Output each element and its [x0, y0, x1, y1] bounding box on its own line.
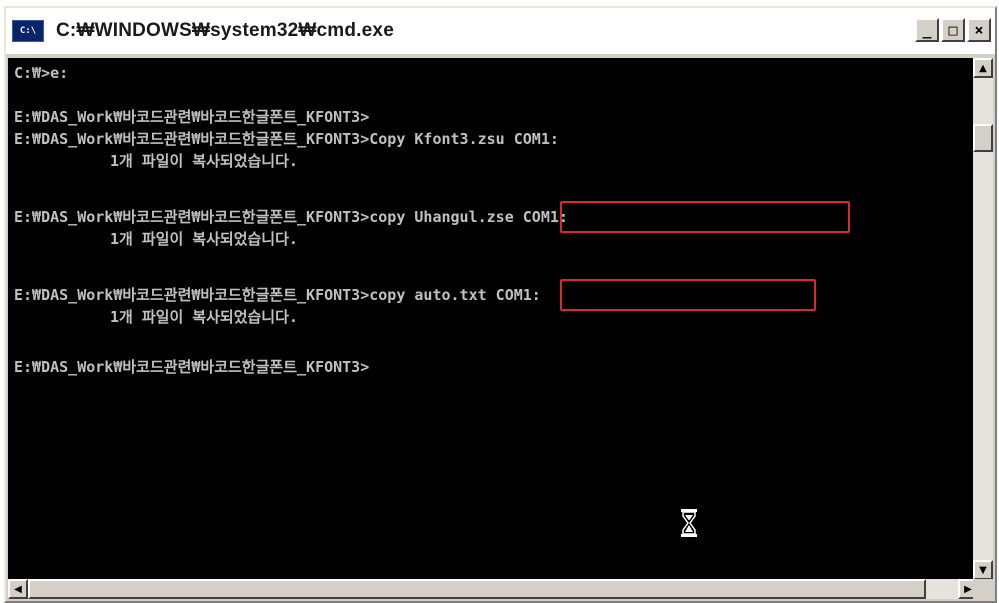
scrollbar-corner [973, 579, 993, 599]
scroll-up-button[interactable]: ▲ [973, 58, 993, 78]
maximize-button[interactable]: □ [941, 18, 965, 42]
highlight-box-auto [560, 279, 816, 311]
console-line: 1개 파일이 복사되었습니다. [110, 230, 298, 248]
horizontal-scrollbar[interactable]: ◀ ▶ [8, 579, 978, 599]
scroll-left-button[interactable]: ◀ [8, 579, 28, 599]
console-output[interactable]: C:₩>e: E:₩DAS_Work₩바코드관련₩바코드한글폰트_KFONT3>… [8, 58, 978, 580]
title-bar[interactable]: C:\ C:₩WINDOWS₩system32₩cmd.exe _ □ × [6, 8, 995, 54]
console-line: 1개 파일이 복사되었습니다. [110, 308, 298, 326]
minimize-button[interactable]: _ [915, 18, 939, 42]
console-line: E:₩DAS_Work₩바코드관련₩바코드한글폰트_KFONT3> [14, 108, 370, 126]
console-line: 1개 파일이 복사되었습니다. [110, 152, 298, 170]
window-controls: _ □ × [915, 18, 991, 42]
console-line: E:₩DAS_Work₩바코드관련₩바코드한글폰트_KFONT3>Copy Kf… [14, 130, 559, 148]
console-line: E:₩DAS_Work₩바코드관련₩바코드한글폰트_KFONT3> [14, 358, 370, 376]
vertical-scroll-thumb[interactable] [973, 124, 993, 152]
console-line: C:₩>e: [14, 64, 69, 82]
console-line: E:₩DAS_Work₩바코드관련₩바코드한글폰트_KFONT3>copy au… [14, 286, 541, 304]
horizontal-scroll-thumb[interactable] [28, 579, 926, 599]
vertical-scrollbar[interactable]: ▲ ▼ [973, 58, 993, 580]
scroll-down-button[interactable]: ▼ [973, 560, 993, 580]
cmd-console-icon[interactable]: C:\ [12, 20, 44, 42]
close-button[interactable]: × [967, 18, 991, 42]
console-line: E:₩DAS_Work₩바코드관련₩바코드한글폰트_KFONT3>copy Uh… [14, 208, 568, 226]
window-title: C:₩WINDOWS₩system32₩cmd.exe [56, 20, 394, 41]
cmd-window: C:\ C:₩WINDOWS₩system32₩cmd.exe _ □ × C:… [4, 6, 997, 603]
highlight-box-uhangul [560, 201, 850, 233]
cmd-icon-label: C:\ [19, 26, 37, 36]
hourglass-busy-icon [681, 509, 697, 537]
